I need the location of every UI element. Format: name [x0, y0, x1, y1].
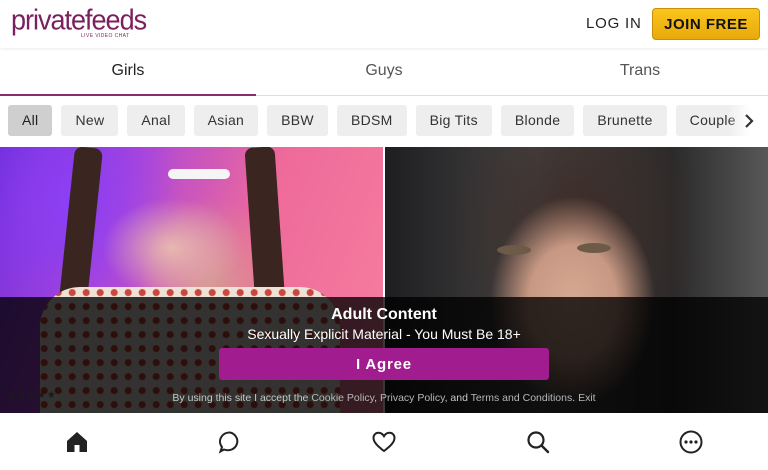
cookie-policy-link[interactable]: Cookie Policy: [311, 392, 374, 404]
home-icon: [66, 431, 87, 452]
heart-icon: [372, 431, 396, 452]
category-chip-big-tits[interactable]: Big Tits: [415, 105, 492, 136]
category-chip-brunette[interactable]: Brunette: [583, 105, 667, 136]
header: privatefeeds live video chat LOG IN JOIN…: [0, 0, 768, 48]
nav-chat[interactable]: [154, 413, 308, 470]
logo[interactable]: privatefeeds live video chat: [11, 4, 147, 39]
category-chip-all[interactable]: All: [8, 105, 53, 136]
terms-notice: By using this site I accept the Cookie P…: [0, 392, 768, 404]
gender-tabs: Girls Guys Trans: [0, 48, 768, 96]
chat-bubble-icon: [219, 431, 239, 454]
category-chip-bbw[interactable]: BBW: [267, 105, 328, 136]
bottom-nav: [0, 413, 768, 470]
category-bar: All New Anal Asian BBW BDSM Big Tits Blo…: [0, 97, 768, 147]
thumbnail-detail: [497, 245, 531, 255]
category-chip-asian[interactable]: Asian: [193, 105, 259, 136]
chevron-right-icon[interactable]: [744, 113, 754, 129]
tab-girls[interactable]: Girls: [0, 48, 256, 96]
login-button[interactable]: LOG IN: [586, 15, 642, 32]
overlay-subtitle: Sexually Explicit Material - You Must Be…: [247, 326, 521, 342]
overlay-title: Adult Content: [331, 306, 437, 323]
nav-home[interactable]: [0, 413, 154, 470]
category-chips: All New Anal Asian BBW BDSM Big Tits Blo…: [8, 105, 750, 136]
logo-tagline: live video chat: [81, 33, 130, 39]
terms-text: By using this site I accept the: [172, 392, 312, 404]
thumbnail-detail: [577, 243, 611, 253]
age-verification-overlay: Adult Content Sexually Explicit Material…: [0, 297, 768, 413]
search-icon: [526, 430, 549, 453]
privacy-policy-link[interactable]: Privacy Policy: [380, 392, 445, 404]
agree-button[interactable]: I Agree: [219, 348, 549, 380]
more-icon: [679, 430, 703, 453]
category-chip-blonde[interactable]: Blonde: [500, 105, 575, 136]
tab-trans[interactable]: Trans: [512, 48, 768, 95]
exit-link[interactable]: Exit: [578, 392, 596, 404]
terms-conditions-link[interactable]: Terms and Conditions: [471, 392, 573, 404]
category-chip-bdsm[interactable]: BDSM: [336, 105, 407, 136]
nav-more[interactable]: [614, 413, 768, 470]
nav-search[interactable]: [461, 413, 615, 470]
nav-favorites[interactable]: [307, 413, 461, 470]
tab-guys[interactable]: Guys: [256, 48, 512, 95]
logo-text: privatefeeds: [11, 4, 147, 36]
category-chip-anal[interactable]: Anal: [127, 105, 185, 136]
category-chip-new[interactable]: New: [61, 105, 119, 136]
terms-text: , and: [444, 392, 471, 404]
thumbnail-detail: [168, 169, 230, 179]
join-free-button[interactable]: JOIN FREE: [652, 8, 760, 40]
